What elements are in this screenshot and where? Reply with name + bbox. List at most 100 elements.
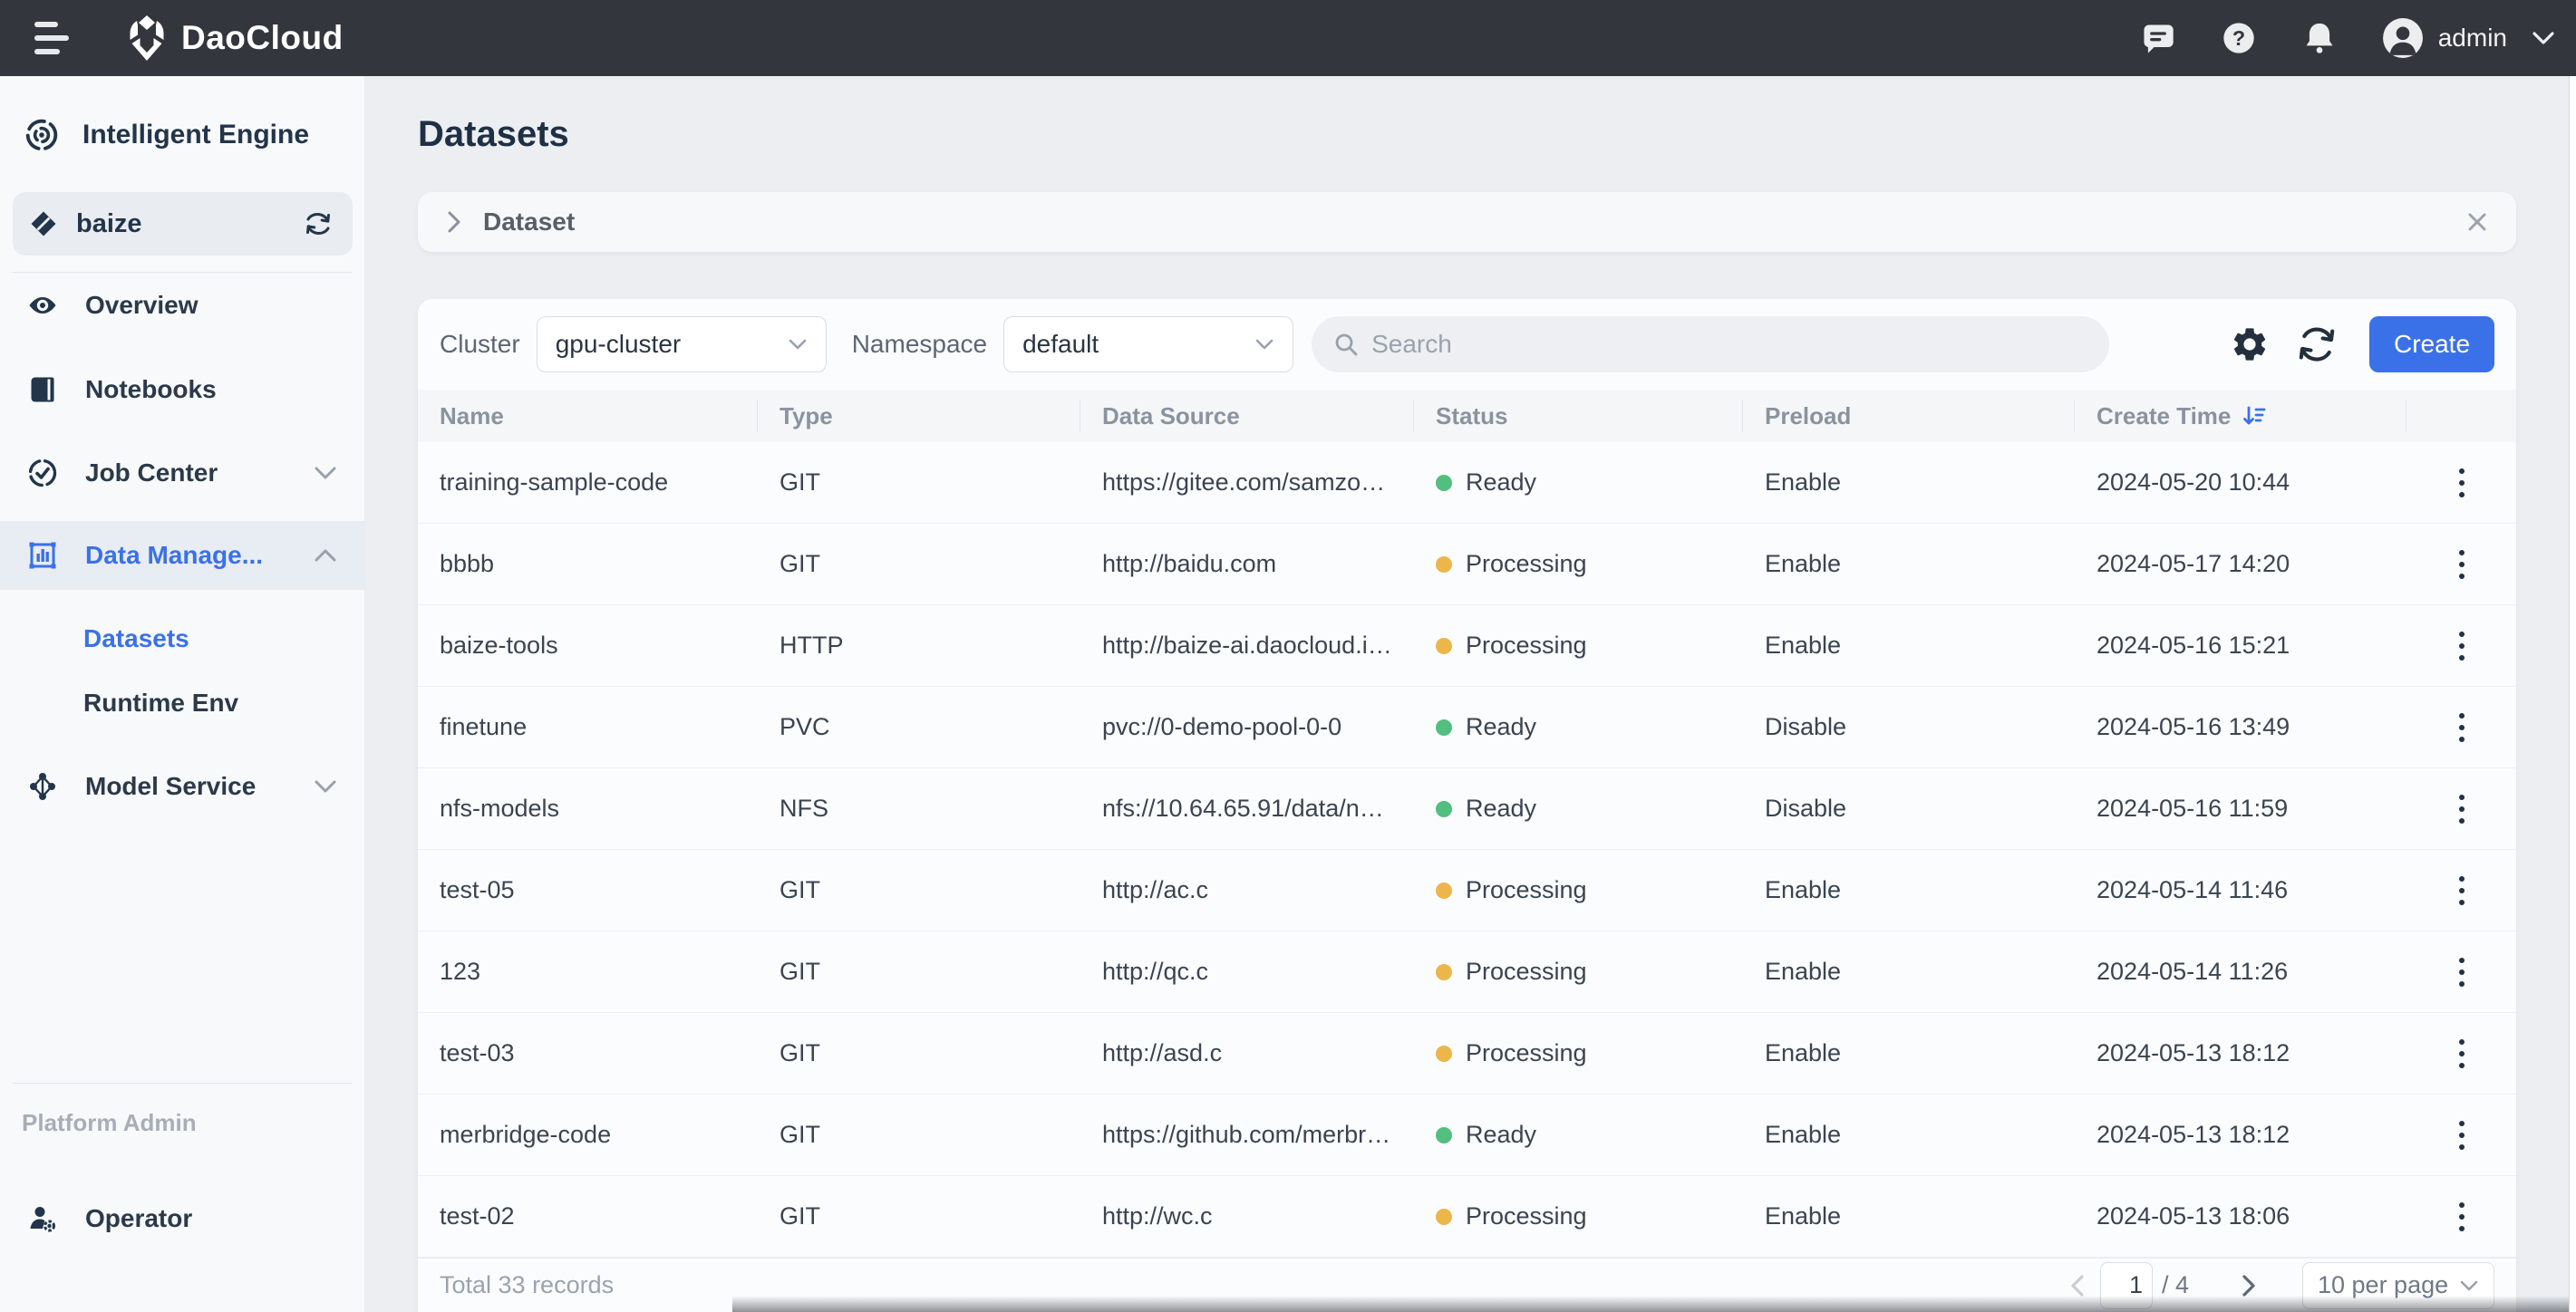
help-icon[interactable]: ? [2221,20,2257,56]
cell-data-source: http://baize-ai.daocloud.io/... [1080,632,1414,660]
page-number-input[interactable] [2100,1262,2153,1309]
namespace-select[interactable]: default [1003,316,1293,372]
total-records: Total 33 records [440,1271,614,1299]
breadcrumb-label: Dataset [483,207,575,236]
table-row: baize-tools HTTP http://baize-ai.daoclou… [418,605,2516,687]
row-actions-menu[interactable] [2446,949,2477,996]
menu-icon[interactable] [34,22,74,54]
cell-data-source: http://ac.c [1080,876,1414,904]
status-dot [1436,1046,1452,1062]
cell-data-source: http://qc.c [1080,958,1414,986]
scrollbar[interactable] [2569,76,2576,1312]
status-dot [1436,883,1452,899]
divider [13,1083,352,1084]
sidebar-item-data-management[interactable]: Data Manage... [0,521,364,590]
chat-icon[interactable] [2140,20,2176,56]
breadcrumb[interactable]: Dataset [418,192,2516,252]
sidebar-item-overview[interactable]: Overview [0,271,364,340]
chevron-down-icon [788,338,808,351]
chevron-down-icon [1254,338,1274,351]
cluster-select[interactable]: gpu-cluster [537,316,827,372]
cell-create-time: 2024-05-20 10:44 [2075,468,2407,497]
sidebar-item-runtime-env[interactable]: Runtime Env [0,669,364,738]
cell-data-source: https://gitee.com/samzong... [1080,468,1414,497]
sidebar: Intelligent Engine baize [0,76,365,1312]
next-page-button[interactable] [2239,1272,2259,1299]
avatar[interactable] [2382,17,2424,59]
row-actions-menu[interactable] [2446,1112,2477,1159]
search-icon [1333,332,1359,357]
page-count: / 4 [2162,1271,2189,1299]
cell-name: training-sample-code [418,468,758,497]
cell-status: Ready [1414,1121,1743,1149]
row-actions-menu[interactable] [2446,1030,2477,1077]
cell-type: GIT [758,1202,1080,1230]
row-actions-menu[interactable] [2446,622,2477,670]
table-row: merbridge-code GIT https://github.com/me… [418,1095,2516,1176]
column-header-status: Status [1414,390,1743,442]
namespace-label: Namespace [852,330,987,359]
swap-icon[interactable] [304,209,333,238]
prev-page-button[interactable] [2068,1272,2087,1299]
username[interactable]: admin [2438,24,2507,53]
console-title: Intelligent Engine [82,120,309,150]
row-actions-menu[interactable] [2446,704,2477,751]
cell-type: GIT [758,1121,1080,1149]
per-page-select[interactable]: 10 per page [2302,1262,2494,1309]
cell-status: Ready [1414,468,1743,497]
cell-status: Processing [1414,550,1743,578]
row-actions-menu[interactable] [2446,1193,2477,1240]
search-box[interactable] [1312,316,2109,372]
table-row: test-05 GIT http://ac.c Processing Enabl… [418,850,2516,931]
status-dot [1436,638,1452,654]
cell-create-time: 2024-05-13 18:06 [2075,1202,2407,1230]
chevron-down-icon[interactable] [2531,30,2556,46]
topbar: DaoCloud ? [0,0,2576,76]
chevron-right-icon[interactable] [445,209,463,235]
cell-data-source: nfs://10.64.65.91/data/ndx... [1080,795,1414,823]
create-button[interactable]: Create [2369,316,2494,372]
sidebar-item-job-center[interactable]: Job Center [0,439,364,507]
sidebar-item-label: Data Manage... [85,541,263,570]
cell-name: nfs-models [418,795,758,823]
cell-status: Processing [1414,876,1743,904]
filter-bar: Cluster gpu-cluster Namespace default [418,299,2516,390]
cell-data-source: pvc://0-demo-pool-0-0 [1080,713,1414,741]
diamond-icon [29,209,58,238]
cell-name: bbbb [418,550,758,578]
sidebar-item-label: Model Service [85,772,256,801]
cell-name: finetune [418,713,758,741]
status-dot [1436,719,1452,736]
row-actions-menu[interactable] [2446,541,2477,588]
refresh-icon[interactable] [2297,324,2337,364]
sidebar-item-datasets[interactable]: Datasets [0,604,364,673]
sidebar-item-operator[interactable]: Operator [0,1184,364,1253]
row-actions-menu[interactable] [2446,786,2477,833]
cell-preload: Enable [1743,958,2075,986]
cell-create-time: 2024-05-13 18:12 [2075,1121,2407,1149]
sidebar-item-notebooks[interactable]: Notebooks [0,355,364,424]
bar-chart-icon [27,540,58,571]
daocloud-logo [127,14,167,62]
row-actions-menu[interactable] [2446,459,2477,506]
table-footer: Total 33 records / 4 10 per page [418,1258,2516,1312]
sidebar-item-model-service[interactable]: Model Service [0,752,364,821]
bell-icon[interactable] [2301,20,2338,56]
cell-data-source: http://asd.c [1080,1039,1414,1067]
column-header-type: Type [758,390,1080,442]
workspace-selector[interactable]: baize [13,192,353,256]
cell-status: Processing [1414,1202,1743,1230]
gear-icon[interactable] [2230,324,2270,364]
cell-status: Processing [1414,632,1743,660]
cell-status: Processing [1414,958,1743,986]
sort-desc-icon[interactable] [2242,403,2267,429]
status-dot [1436,556,1452,573]
row-actions-menu[interactable] [2446,867,2477,914]
close-icon[interactable] [2465,210,2489,234]
column-header-create-time[interactable]: Create Time [2075,390,2407,442]
svg-text:?: ? [2232,26,2245,50]
target-icon [24,118,59,152]
search-input[interactable] [1371,330,2087,359]
cell-create-time: 2024-05-14 11:46 [2075,876,2407,904]
cell-type: GIT [758,1039,1080,1067]
